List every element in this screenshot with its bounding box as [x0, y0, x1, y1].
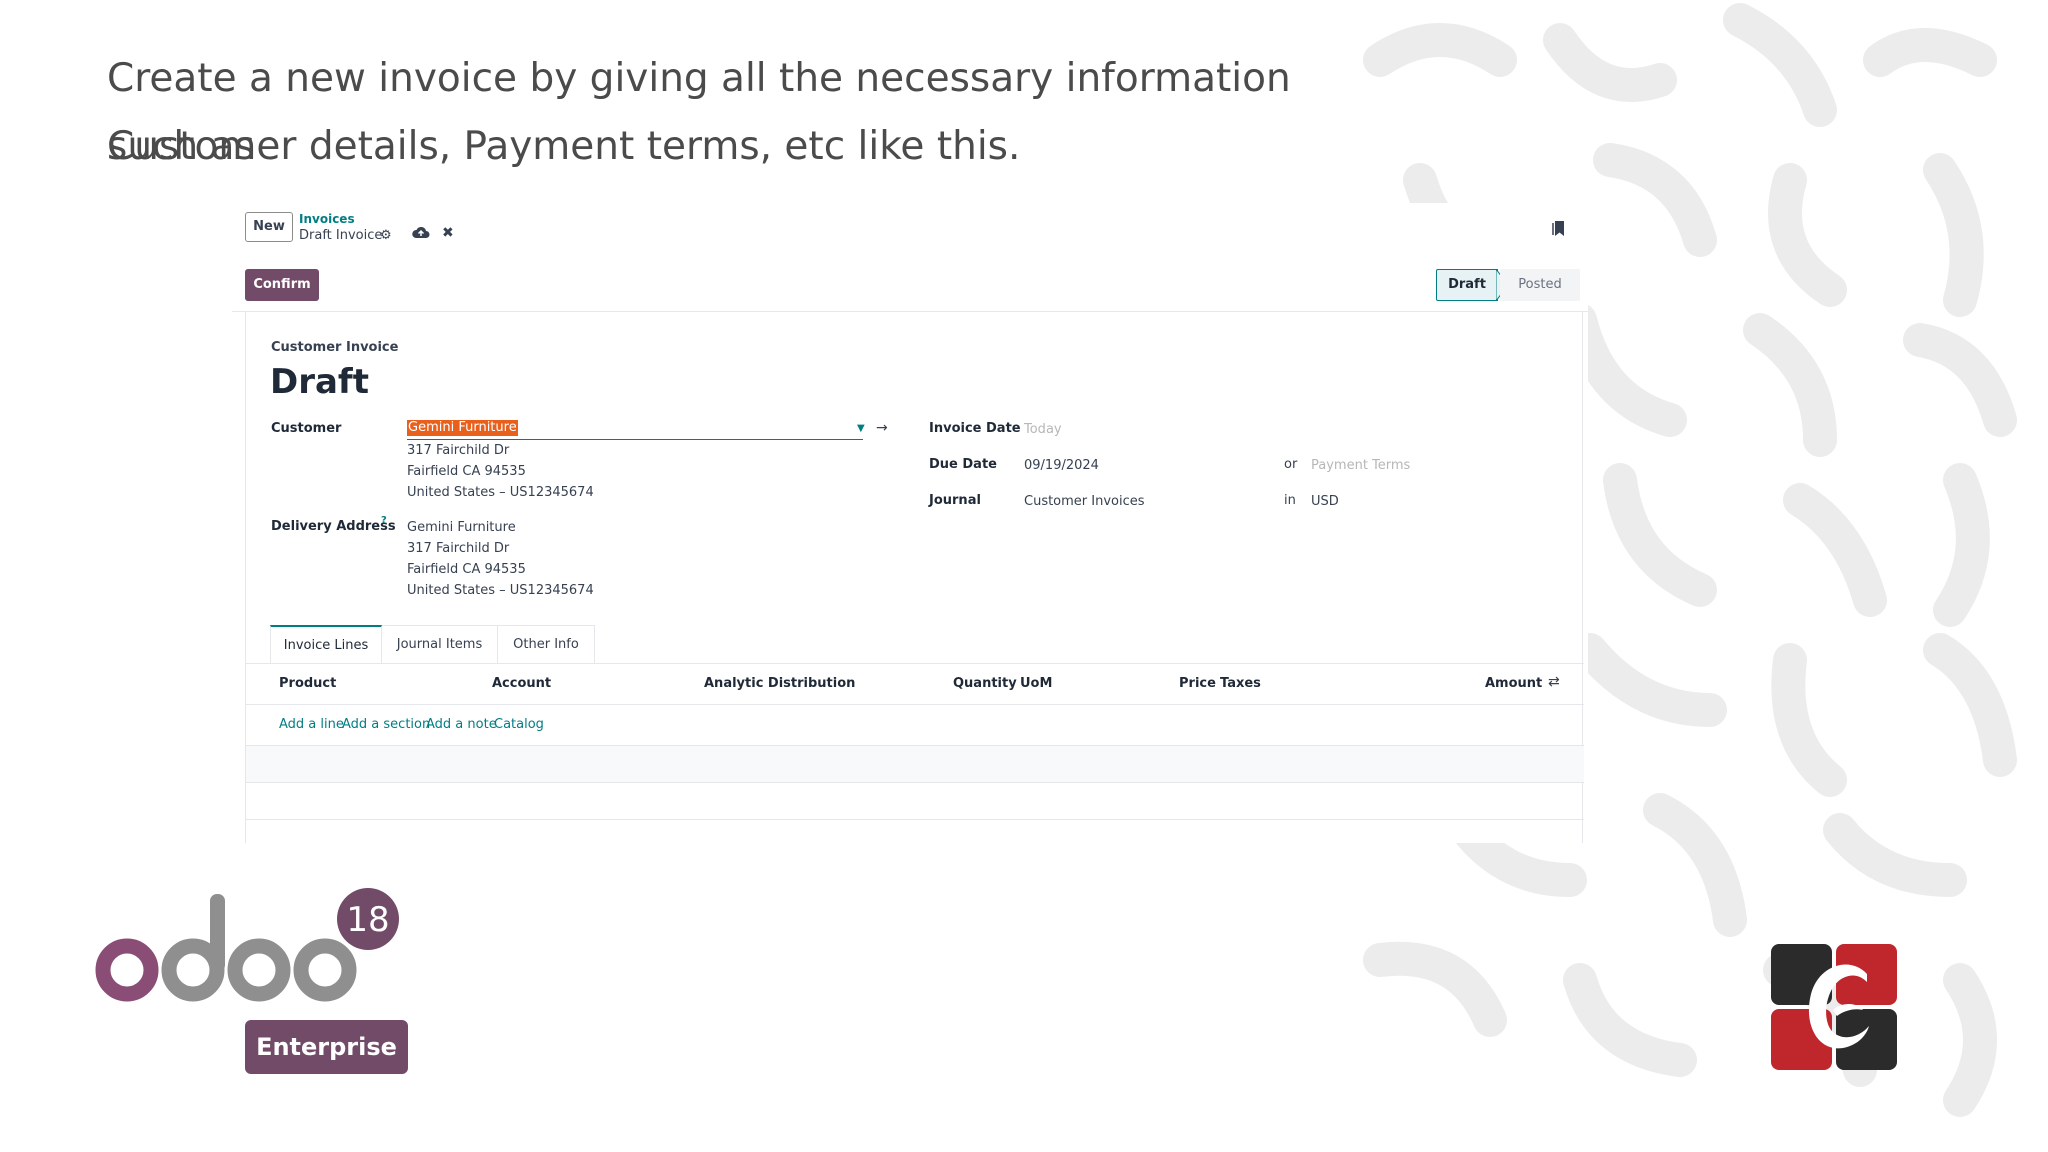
in-label: in	[1284, 493, 1296, 508]
delivery-address-line: Fairfield CA 94535	[407, 562, 526, 577]
move-type-label: Customer Invoice	[271, 340, 399, 355]
help-tooltip-icon[interactable]: ?	[381, 515, 387, 526]
breadcrumb-current: Draft Invoice	[299, 228, 383, 243]
gear-icon[interactable]: ⚙	[380, 228, 392, 243]
optional-columns-toggle-icon[interactable]: ⇄	[1548, 674, 1560, 690]
empty-table-row	[246, 746, 1584, 783]
due-date-label: Due Date	[929, 457, 997, 472]
empty-table-row	[246, 783, 1584, 820]
customer-label: Customer	[271, 421, 342, 436]
company-logo	[1771, 944, 1897, 1070]
customer-address-line: Fairfield CA 94535	[407, 464, 526, 479]
customer-value[interactable]: Gemini Furniture	[407, 420, 518, 436]
invoice-date-label: Invoice Date	[929, 421, 1021, 436]
stage-draft[interactable]: Draft	[1436, 269, 1498, 301]
confirm-button[interactable]: Confirm	[245, 269, 319, 301]
column-header-account[interactable]: Account	[492, 676, 551, 691]
discard-icon[interactable]: ✖	[442, 225, 454, 241]
customer-address-line: 317 Fairchild Dr	[407, 443, 510, 458]
delivery-address-line[interactable]: Gemini Furniture	[407, 520, 516, 535]
cloud-save-icon[interactable]	[412, 225, 430, 241]
currency-field[interactable]: USD	[1311, 494, 1339, 509]
journal-label: Journal	[929, 493, 981, 508]
breadcrumb-invoices-link[interactable]: Invoices	[299, 212, 355, 226]
delivery-address-line: 317 Fairchild Dr	[407, 541, 510, 556]
version-badge: 18	[346, 900, 389, 940]
customer-field[interactable]: Gemini Furniture ▼	[407, 419, 865, 440]
or-label: or	[1284, 457, 1298, 472]
arrow-right-icon[interactable]: →	[876, 420, 888, 436]
add-section-link[interactable]: Add a section	[342, 717, 430, 732]
control-panel: New Invoices Draft Invoice ⚙ ✖	[232, 203, 1588, 260]
record-title: Draft	[270, 362, 369, 402]
odoo-invoice-screenshot: New Invoices Draft Invoice ⚙ ✖ Confirm D…	[232, 203, 1588, 843]
catalog-link[interactable]: Catalog	[494, 717, 544, 732]
column-header-quantity[interactable]: Quantity	[953, 676, 1017, 691]
enterprise-badge: Enterprise	[245, 1020, 408, 1074]
journal-field[interactable]: Customer Invoices	[1024, 494, 1145, 509]
column-header-amount[interactable]: Amount	[1485, 676, 1542, 691]
form-sheet: Customer Invoice Draft Customer Gemini F…	[245, 311, 1584, 843]
caret-down-icon[interactable]: ▼	[857, 423, 865, 434]
delivery-address-line: United States – US12345674	[407, 583, 594, 598]
lines-table-header: Product Account Analytic Distribution Qu…	[246, 664, 1584, 705]
attachment-bookmark-icon[interactable]	[1552, 219, 1566, 237]
add-line-link[interactable]: Add a line	[279, 717, 344, 732]
invoice-date-field[interactable]: Today	[1024, 422, 1062, 437]
status-bar: Confirm Draft Posted	[232, 259, 1588, 312]
payment-terms-field[interactable]: Payment Terms	[1311, 458, 1410, 473]
tab-invoice-lines[interactable]: Invoice Lines	[270, 625, 382, 663]
column-header-product[interactable]: Product	[279, 676, 336, 691]
customer-address-line: United States – US12345674	[407, 485, 594, 500]
new-button[interactable]: New	[245, 212, 293, 242]
slide-instruction-line-2: Customer details, Payment terms, etc lik…	[107, 124, 1021, 169]
tab-other-info[interactable]: Other Info	[498, 625, 595, 663]
tab-journal-items[interactable]: Journal Items	[382, 625, 498, 663]
column-header-taxes[interactable]: Taxes	[1220, 676, 1261, 691]
delivery-address-label: Delivery Address	[271, 519, 396, 534]
column-header-price[interactable]: Price	[1179, 676, 1216, 691]
lines-actions-row: Add a line Add a section Add a note Cata…	[246, 705, 1584, 746]
stage-posted[interactable]: Posted	[1500, 269, 1580, 301]
due-date-field[interactable]: 09/19/2024	[1024, 458, 1099, 473]
column-header-uom[interactable]: UoM	[1020, 676, 1052, 691]
add-note-link[interactable]: Add a note	[426, 717, 497, 732]
column-header-analytic-distribution[interactable]: Analytic Distribution	[704, 676, 855, 691]
